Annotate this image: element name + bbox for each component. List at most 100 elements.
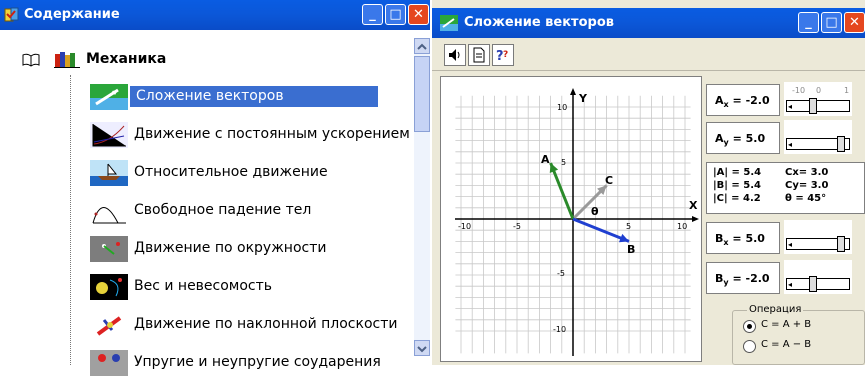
tick-y-5: 5 [561, 158, 566, 167]
slider-thumb[interactable] [809, 98, 817, 114]
slider-thumb[interactable] [837, 236, 845, 252]
close-button[interactable]: ✕ [408, 4, 429, 25]
by-control: By = -2.0 [706, 262, 780, 294]
slider-left-arrow-icon[interactable]: ◂ [788, 240, 792, 249]
tick-x-neg10: -10 [458, 222, 471, 231]
collision-icon [90, 350, 128, 376]
ay-slider[interactable]: ◂ [784, 120, 852, 154]
close-icon: ✕ [849, 15, 860, 30]
vector-window-title: Сложение векторов [464, 15, 614, 30]
close-button[interactable]: ✕ [844, 12, 865, 33]
ay-control: Ay = 5.0 [706, 122, 780, 154]
slider-track: ◂ [786, 136, 850, 152]
slider-track: ◂ [786, 236, 850, 252]
tick-y-10: 10 [557, 103, 567, 112]
minimize-button[interactable]: _ [362, 4, 383, 25]
sound-icon [445, 49, 465, 69]
theta-value: θ = 45° [785, 193, 827, 204]
close-icon: ✕ [413, 7, 424, 22]
maximize-icon: □ [825, 15, 838, 30]
slider-tick-mid: 0 [816, 86, 822, 95]
tick-x-5: 5 [626, 222, 631, 231]
books-icon [54, 50, 80, 68]
contents-scrollbar[interactable] [414, 38, 430, 356]
bx-slider[interactable]: ◂ [784, 220, 852, 254]
contents-titlebar: Содержание _ □ ✕ [0, 0, 430, 30]
help-book-icon [4, 6, 20, 24]
svg-text:?: ? [503, 50, 508, 60]
tick-x-10: 10 [677, 222, 687, 231]
slider-left-arrow-icon[interactable]: ◂ [788, 140, 792, 149]
boat-icon [90, 160, 128, 186]
circular-motion-icon [90, 236, 128, 262]
root-label: Механика [86, 51, 167, 67]
c-x-value: Cx= 3.0 [785, 167, 829, 178]
document-button[interactable] [468, 44, 490, 66]
help-icon: ?? [493, 49, 513, 69]
slider-thumb[interactable] [809, 276, 817, 292]
slider-track: ◂ [786, 276, 850, 292]
ay-label: Ay = 5.0 [715, 132, 766, 148]
scroll-up-button[interactable] [414, 38, 430, 54]
c-y-value: Cy= 3.0 [785, 180, 829, 191]
scroll-thumb[interactable] [414, 56, 430, 132]
operation-option-subtract-label: C = A − B [761, 339, 812, 350]
minimize-icon: _ [805, 15, 812, 30]
ax-label: Ax = -2.0 [715, 94, 770, 110]
app-icon [440, 15, 458, 31]
vector-a-label: A [541, 153, 550, 166]
tick-y-neg10: -10 [553, 325, 566, 334]
vector-c-label: C [605, 174, 613, 187]
slider-tick-right: 1 [844, 86, 850, 95]
y-axis [570, 88, 576, 356]
minimize-icon: _ [369, 7, 376, 22]
slider-left-arrow-icon[interactable]: ◂ [788, 102, 792, 111]
angle-label: θ [591, 205, 599, 218]
by-slider[interactable]: ◂ [784, 260, 852, 294]
inclined-plane-icon [90, 312, 128, 338]
vector-b-label: B [627, 243, 635, 256]
x-axis-label: X [689, 199, 698, 212]
document-icon [469, 47, 489, 69]
y-axis-label: Y [578, 92, 588, 105]
vector-addition-thumb-icon [90, 84, 128, 110]
tree-root[interactable]: Механика [22, 48, 322, 72]
bx-label: Bx = 5.0 [715, 232, 765, 248]
weightlessness-icon [90, 274, 128, 300]
by-label: By = -2.0 [715, 272, 770, 288]
scroll-down-button[interactable] [414, 340, 430, 356]
operation-option-add-label: C = A + B [761, 319, 812, 330]
toolbar: ?? [432, 38, 865, 71]
tree-connector [70, 75, 71, 365]
maximize-button[interactable]: □ [821, 12, 842, 33]
free-fall-icon [90, 198, 128, 224]
contents-window: Содержание _ □ ✕ Механика Сложение векто… [0, 0, 430, 376]
bx-control: Bx = 5.0 [706, 222, 780, 254]
b-magnitude: |B| = 5.4 [713, 180, 761, 191]
slider-track: ◂ [786, 98, 850, 114]
contents-title: Содержание [24, 7, 120, 22]
vector-graph: Y X -10 -5 5 10 10 5 -5 -10 A B C θ [455, 88, 699, 356]
stats-panel: |A| = 5.4 |B| = 5.4 |C| = 4.2 Cx= 3.0 Cy… [706, 162, 865, 214]
ax-control: Ax = -2.0 [706, 84, 780, 116]
radio-checked-icon[interactable] [743, 320, 756, 333]
slider-tick-left: -10 [792, 86, 806, 95]
radio-unchecked-icon[interactable] [743, 340, 756, 353]
ax-slider[interactable]: -10 0 1 ◂ [784, 82, 852, 116]
help-button[interactable]: ?? [492, 44, 514, 66]
maximize-icon: □ [389, 7, 402, 22]
tick-x-neg5: -5 [513, 222, 521, 231]
graph-panel: Y X -10 -5 5 10 10 5 -5 -10 A B C θ [440, 76, 702, 362]
slider-left-arrow-icon[interactable]: ◂ [788, 280, 792, 289]
minimize-button[interactable]: _ [798, 12, 819, 33]
maximize-button[interactable]: □ [385, 4, 406, 25]
vector-window: Сложение векторов _ □ ✕ ?? Y X -10 -5 5 … [432, 0, 865, 365]
tick-y-neg5: -5 [557, 269, 565, 278]
operation-legend: Операция [747, 304, 804, 315]
book-open-icon [22, 52, 40, 67]
acceleration-graph-icon [90, 122, 128, 148]
slider-thumb[interactable] [837, 136, 845, 152]
sound-button[interactable] [444, 44, 466, 66]
vector-titlebar: Сложение векторов _ □ ✕ [432, 8, 865, 38]
operation-group: Операция C = A + B C = A − B [732, 304, 865, 365]
